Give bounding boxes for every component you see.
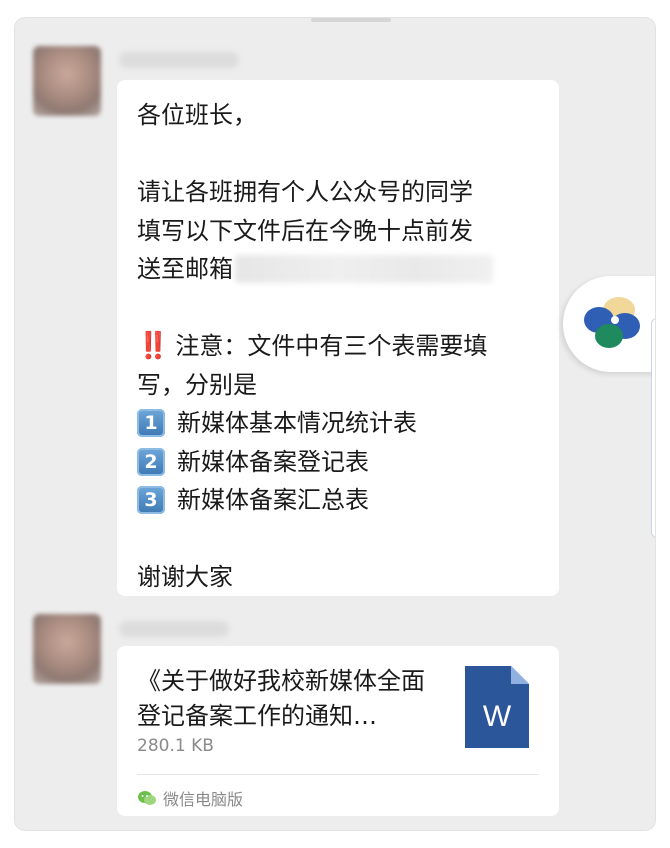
source-label: 微信电脑版: [163, 790, 244, 809]
side-panel-tab[interactable]: [651, 318, 655, 538]
wechat-icon: [138, 791, 156, 805]
card-divider: [137, 774, 539, 775]
chat-window: 各位班长， 请让各班拥有个人公众号的同学 填写以下文件后在今晚十点前发 送至邮箱…: [15, 18, 655, 830]
word-document-icon: W: [465, 666, 529, 748]
keycap-three-icon: 3: [137, 486, 165, 515]
file-title: 《关于做好我校新媒体全面登记备案工作的通知…: [137, 667, 425, 730]
message-line: 写，分别是: [137, 370, 257, 399]
floating-app-widget[interactable]: [563, 276, 655, 372]
scroll-indicator[interactable]: [311, 18, 391, 22]
message-line: 谢谢大家: [137, 563, 233, 591]
app-logo-icon: [584, 297, 640, 348]
message-line: 请让各班拥有个人公众号的同学: [137, 178, 473, 206]
avatar[interactable]: [33, 46, 101, 116]
list-item-text: 新媒体备案汇总表: [177, 486, 369, 514]
list-item-text: 新媒体基本情况统计表: [177, 409, 417, 437]
list-item-text: 新媒体备案登记表: [177, 447, 369, 476]
message-line: 填写以下文件后在今晚十点前发: [137, 216, 473, 245]
sender-name: [119, 621, 229, 637]
keycap-two-icon: 2: [137, 447, 165, 476]
double-exclamation-icon: ‼️: [137, 331, 169, 361]
list-item: 3 新媒体备案汇总表: [137, 481, 539, 520]
list-item: 2 新媒体备案登记表: [137, 443, 539, 482]
message-line-notice: ‼️ 注意：文件中有三个表需要填: [137, 327, 539, 366]
email-prefix: 送至邮箱: [137, 255, 233, 283]
message-line: 各位班长，: [137, 101, 257, 129]
notice-text: 注意：文件中有三个表需要填: [175, 332, 488, 360]
keycap-one-icon: 1: [137, 409, 165, 438]
sender-name: [119, 52, 239, 68]
message-line-email: 送至邮箱: [137, 250, 539, 289]
message-source: 微信电脑版: [137, 786, 243, 810]
word-icon-letter: W: [483, 700, 512, 733]
avatar[interactable]: [33, 614, 101, 684]
redacted-email: [235, 255, 493, 284]
message-bubble[interactable]: 各位班长， 请让各班拥有个人公众号的同学 填写以下文件后在今晚十点前发 送至邮箱…: [117, 80, 559, 596]
list-item: 1 新媒体基本情况统计表: [137, 404, 539, 443]
file-message-card[interactable]: 《关于做好我校新媒体全面登记备案工作的通知… 280.1 KB W 微信电脑版: [117, 646, 559, 816]
